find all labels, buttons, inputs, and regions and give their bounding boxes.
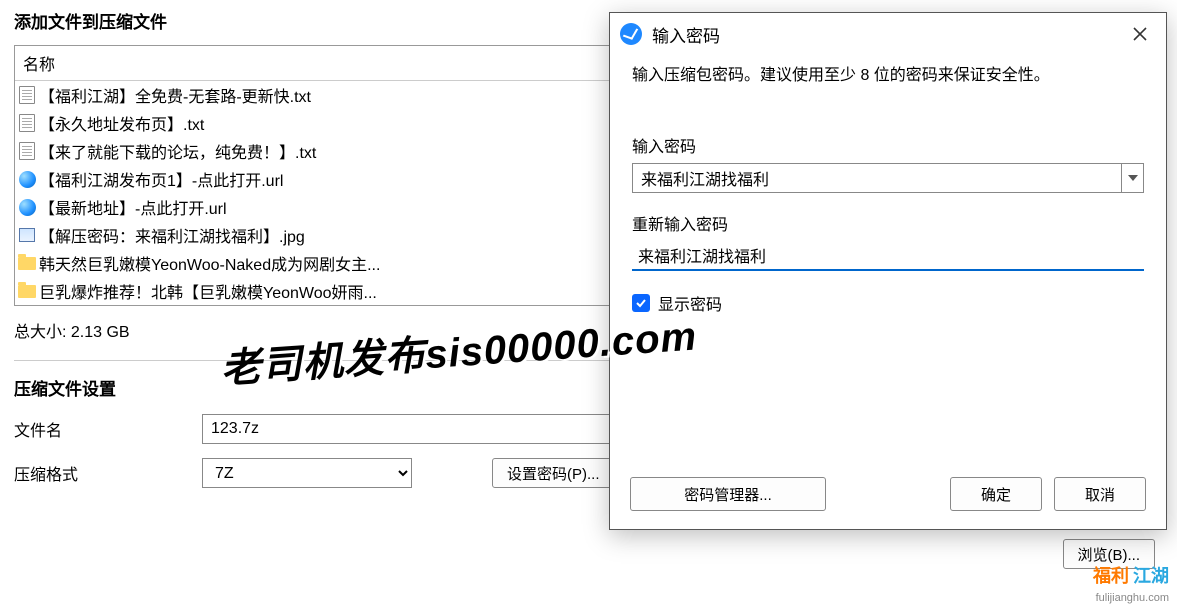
reenter-password-input[interactable] <box>632 241 1144 271</box>
show-password-checkbox[interactable] <box>632 294 650 312</box>
password-manager-button[interactable]: 密码管理器... <box>630 477 826 511</box>
dialog-footer: 密码管理器... 确定 取消 <box>610 463 1166 529</box>
cancel-button[interactable]: 取消 <box>1054 477 1146 511</box>
corner-logo-sub: fulijianghu.com <box>1096 592 1169 604</box>
enter-password-label: 输入密码 <box>632 133 1144 157</box>
corner-logo: 福利江湖 <box>1093 562 1169 588</box>
dialog-titlebar: 输入密码 <box>610 13 1166 55</box>
show-password-row[interactable]: 显示密码 <box>632 291 1144 315</box>
folder-icon <box>18 257 36 270</box>
url-file-icon <box>19 199 36 216</box>
ok-button[interactable]: 确定 <box>950 477 1042 511</box>
folder-icon <box>18 285 36 298</box>
text-file-icon <box>19 142 35 160</box>
text-file-icon <box>19 86 35 104</box>
image-file-icon <box>19 228 35 242</box>
format-label: 压缩格式 <box>14 461 202 485</box>
format-select[interactable]: 7Z <box>202 458 412 488</box>
password-input[interactable] <box>633 164 1121 192</box>
text-file-icon <box>19 114 35 132</box>
dialog-title: 输入密码 <box>652 22 1124 47</box>
url-file-icon <box>19 171 36 188</box>
app-icon <box>620 23 642 45</box>
password-history-dropdown[interactable] <box>1121 164 1143 192</box>
filename-label: 文件名 <box>14 417 202 441</box>
reenter-password-label: 重新输入密码 <box>632 211 1144 235</box>
show-password-label: 显示密码 <box>658 291 722 315</box>
dialog-description: 输入压缩包密码。建议使用至少 8 位的密码来保证安全性。 <box>632 61 1144 85</box>
password-combo <box>632 163 1144 193</box>
password-dialog: 输入密码 输入压缩包密码。建议使用至少 8 位的密码来保证安全性。 输入密码 重… <box>609 12 1167 530</box>
dialog-body: 输入压缩包密码。建议使用至少 8 位的密码来保证安全性。 输入密码 重新输入密码… <box>610 55 1166 463</box>
filename-input[interactable] <box>202 414 662 444</box>
close-icon[interactable] <box>1124 18 1156 50</box>
set-password-button[interactable]: 设置密码(P)... <box>492 458 615 488</box>
